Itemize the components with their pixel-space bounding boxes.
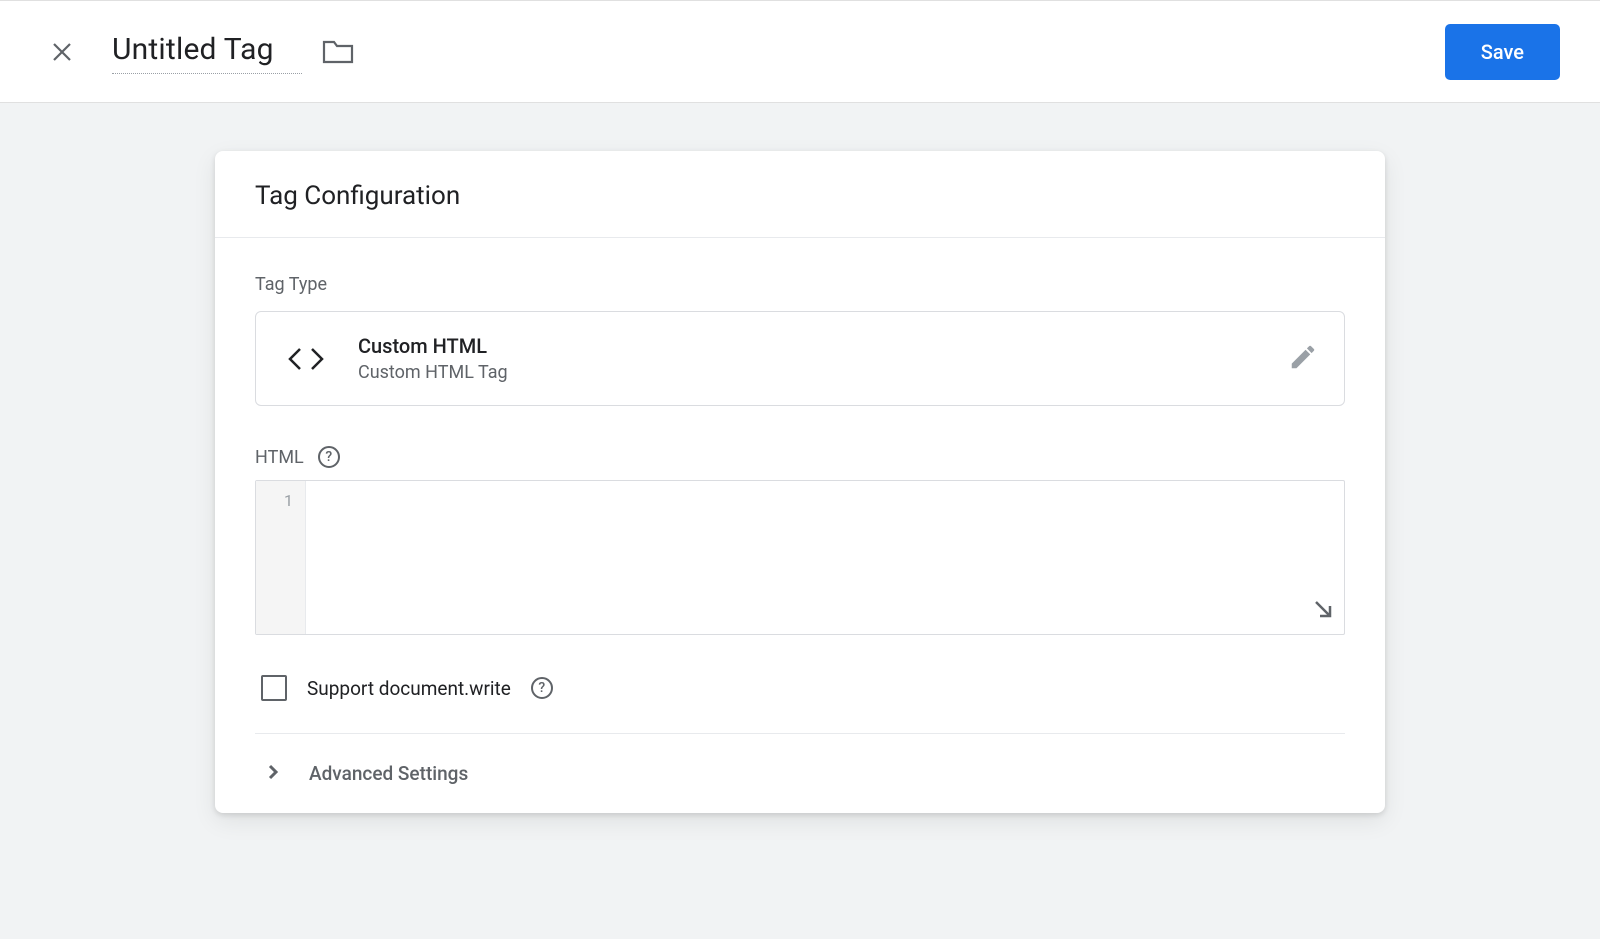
html-code-editor[interactable]: 1 bbox=[255, 480, 1345, 635]
tag-type-name: Custom HTML bbox=[358, 334, 1288, 358]
edit-icon bbox=[1288, 342, 1318, 376]
save-button[interactable]: Save bbox=[1445, 24, 1560, 80]
html-label-row: HTML ? bbox=[255, 446, 1345, 468]
card-header: Tag Configuration bbox=[215, 151, 1385, 238]
help-icon[interactable]: ? bbox=[531, 677, 553, 699]
chevron-right-icon bbox=[265, 764, 281, 784]
support-document-write-label: Support document.write bbox=[307, 677, 511, 700]
code-icon bbox=[282, 335, 330, 383]
editor-header: Save bbox=[0, 0, 1600, 103]
tag-type-description: Custom HTML Tag bbox=[358, 362, 1288, 383]
html-field-label: HTML bbox=[255, 447, 304, 468]
support-document-write-checkbox[interactable] bbox=[261, 675, 287, 701]
tag-type-text: Custom HTML Custom HTML Tag bbox=[358, 334, 1288, 383]
title-area bbox=[112, 30, 356, 74]
folder-button[interactable] bbox=[320, 34, 356, 70]
tag-name-input[interactable] bbox=[112, 30, 302, 74]
editor-gutter: 1 bbox=[256, 481, 306, 634]
tag-type-selector[interactable]: Custom HTML Custom HTML Tag bbox=[255, 311, 1345, 406]
expand-icon bbox=[1312, 598, 1334, 620]
resize-handle[interactable] bbox=[1312, 598, 1334, 624]
editor-content[interactable] bbox=[306, 481, 1344, 634]
support-document-write-row: Support document.write ? bbox=[255, 635, 1345, 734]
folder-icon bbox=[321, 37, 355, 67]
card-body: Tag Type Custom HTML Custom HTML Tag HTM… bbox=[215, 238, 1385, 813]
tag-configuration-card: Tag Configuration Tag Type Custom HTML C… bbox=[215, 151, 1385, 813]
line-number: 1 bbox=[256, 491, 293, 510]
card-title: Tag Configuration bbox=[255, 181, 1345, 211]
close-button[interactable] bbox=[48, 38, 76, 66]
advanced-settings-label: Advanced Settings bbox=[309, 762, 468, 785]
advanced-settings-toggle[interactable]: Advanced Settings bbox=[255, 734, 1345, 813]
close-icon bbox=[50, 40, 74, 64]
tag-type-label: Tag Type bbox=[255, 274, 1345, 295]
help-icon[interactable]: ? bbox=[318, 446, 340, 468]
